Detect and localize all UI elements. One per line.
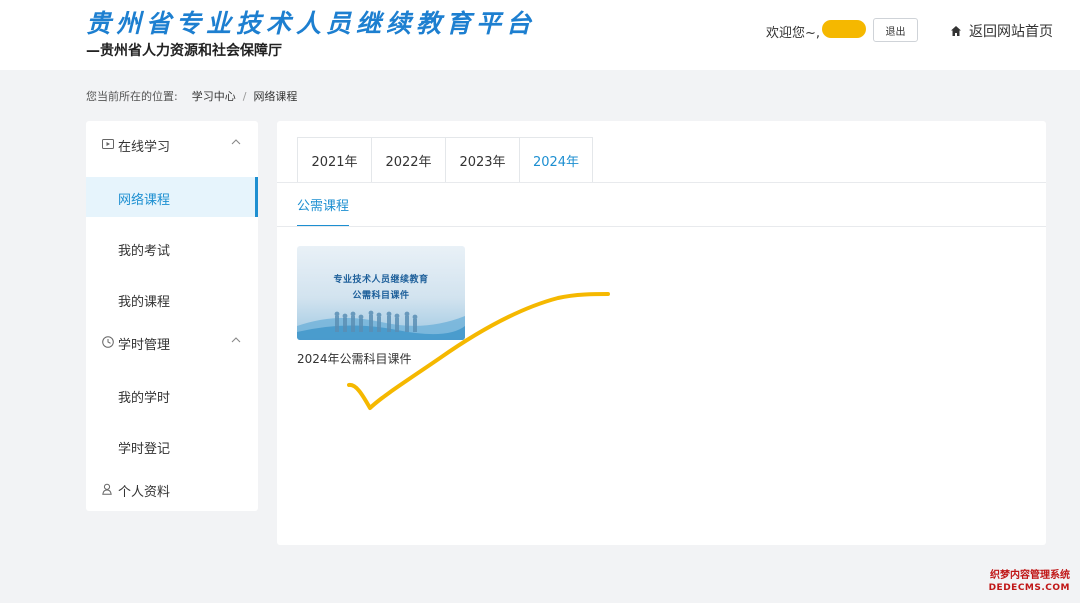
- sidebar-item-my-courses[interactable]: 我的课程: [86, 279, 258, 319]
- course-thumbnail[interactable]: 专业技术人员继续教育 公需科目课件: [297, 246, 465, 340]
- sidebar-item-label: 网络课程: [118, 193, 171, 208]
- sidebar-item-profile[interactable]: 个人资料: [86, 469, 258, 509]
- breadcrumb-label: 您当前所在的位置:: [86, 90, 178, 103]
- sidebar-item-hours-registration[interactable]: 学时登记: [86, 426, 258, 466]
- chevron-up-icon[interactable]: [231, 336, 241, 344]
- watermark: 织梦内容管理系统 DEDECMS.COM: [970, 569, 1070, 595]
- site-subtitle: —贵州省人力资源和社会保障厅: [86, 43, 282, 59]
- redacted-username: [822, 20, 866, 38]
- chevron-up-icon[interactable]: [231, 138, 241, 146]
- tab-year-2022[interactable]: 2022年: [371, 137, 445, 183]
- tab-public-courses[interactable]: 公需课程: [297, 195, 350, 227]
- header: 贵州省专业技术人员继续教育平台 —贵州省人力资源和社会保障厅 欢迎您~, 退出 …: [0, 0, 1080, 70]
- breadcrumb-item-learning-center[interactable]: 学习中心: [192, 88, 236, 104]
- sidebar-item-label: 我的学时: [118, 391, 171, 406]
- course-title[interactable]: 2024年公需科目课件: [297, 350, 465, 367]
- user-icon: [102, 483, 112, 495]
- welcome-text: 欢迎您~,: [766, 26, 821, 41]
- tab-year-2023[interactable]: 2023年: [445, 137, 519, 183]
- thumbnail-title-line2: 公需科目课件: [352, 291, 410, 301]
- breadcrumb: 您当前所在的位置: 学习中心 / 网络课程: [86, 88, 297, 104]
- sidebar-item-label: 个人资料: [118, 485, 171, 500]
- sidebar-item-online-courses[interactable]: 网络课程: [86, 177, 258, 217]
- home-icon: [951, 26, 961, 36]
- home-link-label: 返回网站首页: [969, 24, 1053, 40]
- play-icon: [102, 139, 114, 149]
- home-link[interactable]: 返回网站首页: [950, 21, 1053, 41]
- main-panel: 2021年 2022年 2023年 2024年 公需课程 专业技术人员继续教育 …: [277, 121, 1046, 545]
- sidebar-group-label: 学时管理: [118, 338, 171, 353]
- clock-icon: [102, 336, 114, 348]
- course-card[interactable]: 专业技术人员继续教育 公需科目课件 2024年公需科目课件: [297, 246, 465, 367]
- thumbnail-title-line1: 专业技术人员继续教育: [333, 275, 429, 285]
- site-title: 贵州省专业技术人员继续教育平台: [86, 9, 537, 38]
- watermark-line2: DEDECMS.COM: [988, 583, 1070, 593]
- sidebar-item-my-exams[interactable]: 我的考试: [86, 228, 258, 268]
- tab-year-2021[interactable]: 2021年: [297, 137, 371, 183]
- tab-year-2024[interactable]: 2024年: [519, 137, 593, 183]
- sidebar-group-online-learning[interactable]: 在线学习: [86, 124, 258, 164]
- sidebar-item-label: 我的考试: [118, 244, 171, 259]
- tabs-divider: [277, 182, 1046, 183]
- sidebar-item-label: 我的课程: [118, 295, 171, 310]
- subtabs-divider: [277, 226, 1046, 227]
- sidebar: 在线学习 网络课程 我的考试 我的课程 学时管理 我的学时 学时登记 个人资料: [86, 121, 258, 511]
- watermark-line1: 织梦内容管理系统: [990, 570, 1070, 581]
- sidebar-group-hours-management[interactable]: 学时管理: [86, 322, 258, 362]
- breadcrumb-item-online-courses: 网络课程: [253, 90, 298, 103]
- logout-button[interactable]: 退出: [873, 18, 918, 42]
- breadcrumb-separator: /: [242, 89, 247, 103]
- sidebar-group-label: 在线学习: [118, 140, 171, 155]
- sidebar-item-label: 学时登记: [118, 442, 171, 457]
- year-tabs: 2021年 2022年 2023年 2024年: [297, 137, 593, 183]
- sidebar-item-my-hours[interactable]: 我的学时: [86, 375, 258, 415]
